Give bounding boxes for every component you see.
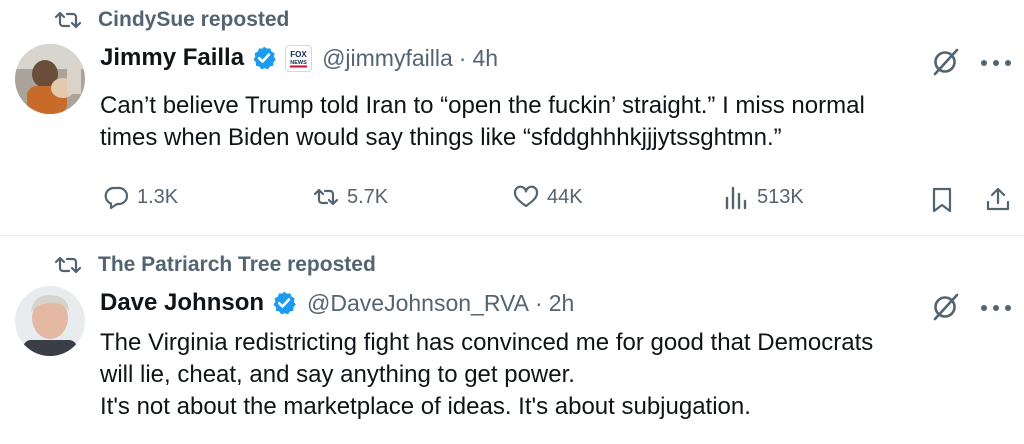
- more-icon[interactable]: [981, 58, 1011, 68]
- avatar[interactable]: [15, 286, 85, 356]
- views-button[interactable]: 513K: [723, 184, 804, 210]
- reposted-by-text: The Patriarch Tree reposted: [98, 253, 376, 276]
- post-jimmy-failla[interactable]: CindySue reposted Jimmy Failla FOX NEWS …: [0, 0, 1024, 236]
- post-time[interactable]: 4h: [472, 45, 498, 72]
- repost-count: 5.7K: [347, 185, 389, 208]
- post-text-line: The Virginia redistricting fight has con…: [100, 329, 874, 356]
- separator-dot: ·: [535, 289, 543, 316]
- post-text-line: will lie, cheat, and say anything to get…: [100, 361, 575, 388]
- like-button[interactable]: 44K: [513, 184, 583, 210]
- verified-badge-icon[interactable]: [271, 290, 297, 316]
- svg-text:NEWS: NEWS: [290, 60, 307, 66]
- separator-dot: ·: [458, 44, 467, 71]
- avatar-photo: [15, 44, 85, 114]
- author-handle[interactable]: @jimmyfailla: [322, 45, 453, 72]
- svg-text:FOX: FOX: [290, 50, 307, 59]
- views-count: 513K: [757, 185, 804, 208]
- verified-badge-icon[interactable]: [251, 45, 277, 71]
- author-name[interactable]: Jimmy Failla: [100, 44, 244, 72]
- reply-count: 1.3K: [137, 185, 179, 208]
- share-icon[interactable]: [985, 186, 1011, 212]
- repost-context[interactable]: CindySue reposted: [55, 8, 289, 32]
- like-count: 44K: [547, 185, 583, 208]
- repost-icon: [55, 11, 81, 29]
- post-time[interactable]: 2h: [549, 290, 575, 317]
- reposted-by-text: CindySue reposted: [98, 8, 290, 31]
- author-name[interactable]: Dave Johnson: [100, 289, 264, 317]
- post-header: Jimmy Failla FOX NEWS @jimmyfailla · 4h: [100, 44, 498, 72]
- post-text-line: times when Biden would say things like “…: [100, 124, 782, 151]
- grok-icon[interactable]: [930, 291, 962, 323]
- more-icon[interactable]: [981, 303, 1011, 313]
- reply-button[interactable]: 1.3K: [103, 184, 178, 210]
- post-header: Dave Johnson @DaveJohnson_RVA · 2h: [100, 289, 574, 317]
- post-text: The Virginia redistricting fight has con…: [100, 327, 1000, 423]
- action-bar: 1.3K 5.7K 44K 513K: [0, 180, 1024, 220]
- repost-icon: [55, 256, 81, 274]
- affiliation-badge-icon[interactable]: FOX NEWS: [285, 44, 313, 72]
- reply-icon: [104, 186, 129, 210]
- post-dave-johnson[interactable]: The Patriarch Tree reposted Dave Johnson…: [0, 237, 1024, 444]
- author-handle[interactable]: @DaveJohnson_RVA: [307, 290, 529, 317]
- heart-icon: [513, 185, 539, 208]
- views-icon: [725, 186, 747, 210]
- bookmark-icon[interactable]: [929, 187, 955, 213]
- repost-context[interactable]: The Patriarch Tree reposted: [55, 253, 376, 277]
- avatar[interactable]: [15, 44, 85, 114]
- post-text-line: It's not about the marketplace of ideas.…: [100, 393, 751, 420]
- post-text: Can’t believe Trump told Iran to “open t…: [100, 90, 1000, 154]
- post-text-line: Can’t believe Trump told Iran to “open t…: [100, 92, 865, 119]
- avatar-photo: [15, 286, 85, 356]
- repost-icon: [313, 188, 339, 206]
- grok-icon[interactable]: [930, 46, 962, 78]
- repost-button[interactable]: 5.7K: [313, 184, 388, 210]
